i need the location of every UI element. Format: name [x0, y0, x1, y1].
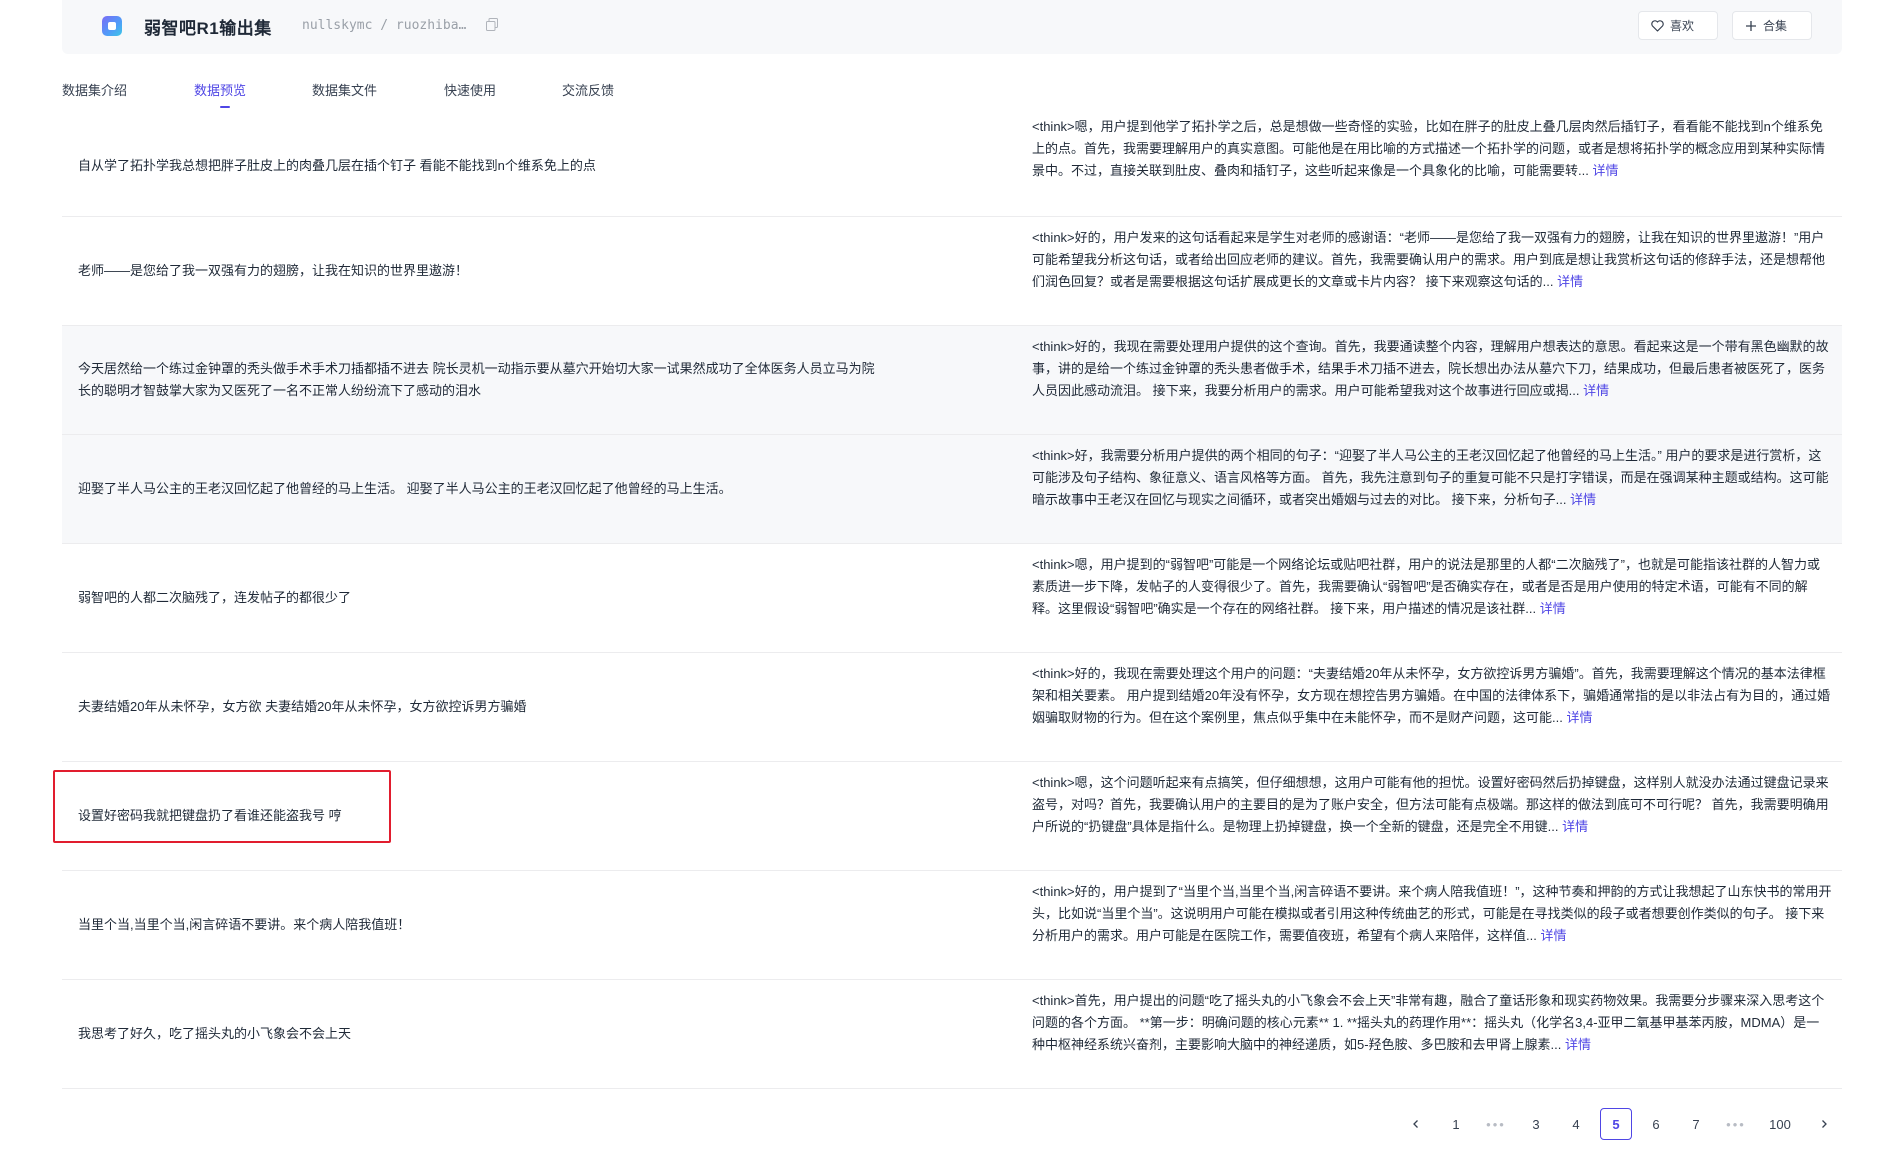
page-button[interactable]: 7 — [1680, 1108, 1712, 1140]
output-cell: <think>首先，用户提出的问题“吃了摇头丸的小飞象会不会上天”非常有趣，融合… — [1032, 993, 1825, 1052]
add-to-collection-button[interactable]: 合集 — [1732, 11, 1812, 40]
table-row[interactable]: 当里个当,当里个当,闲言碎语不要讲。来个病人陪我值班！ <think>好的，用户… — [62, 871, 1842, 980]
detail-link[interactable]: 详情 — [1540, 928, 1566, 943]
current-page-button[interactable]: 5 — [1600, 1108, 1632, 1140]
heart-icon — [1651, 19, 1664, 32]
like-label: 喜欢 — [1670, 19, 1695, 33]
instruction-cell: 设置好密码我就把键盘扔了看谁还能盗我号 哼 — [78, 808, 342, 823]
output-cell: <think>嗯，这个问题听起来有点搞笑，但仔细想想，这用户可能有他的担忧。设置… — [1032, 775, 1829, 834]
page-ellipsis[interactable]: ••• — [1720, 1108, 1752, 1140]
chevron-right-icon — [1822, 1120, 1827, 1128]
table-row[interactable]: 自从学了拓扑学我总想把胖子肚皮上的肉叠几层在插个钉子 看能不能找到n个维系免上的… — [62, 116, 1842, 217]
instruction-cell: 当里个当,当里个当,闲言碎语不要讲。来个病人陪我值班！ — [78, 917, 411, 932]
detail-link[interactable]: 详情 — [1557, 274, 1583, 289]
active-tab-indicator — [220, 106, 230, 108]
plus-icon — [1746, 20, 1756, 31]
output-cell: <think>好的，用户提到了“当里个当,当里个当,闲言碎语不要讲。来个病人陪我… — [1032, 884, 1832, 943]
output-cell: <think>好的，用户发来的这句话看起来是学生对老师的感谢语：“老师——是您给… — [1032, 230, 1826, 289]
dataset-header: 弱智吧R1输出集 nullskymc / ruozhiba… 喜欢 合集 — [62, 0, 1842, 54]
next-page-button[interactable] — [1808, 1108, 1840, 1140]
dataset-path[interactable]: nullskymc / ruozhiba… — [302, 18, 466, 33]
table-row[interactable]: 迎娶了半人马公主的王老汉回忆起了他曾经的马上生活。 迎娶了半人马公主的王老汉回忆… — [62, 435, 1842, 544]
output-cell: <think>嗯，用户提到他学了拓扑学之后，总是想做一些奇怪的实验，比如在胖子的… — [1032, 119, 1826, 178]
detail-link[interactable]: 详情 — [1540, 601, 1566, 616]
tab-preview[interactable]: 数据预览 — [194, 80, 246, 99]
table-row[interactable]: 设置好密码我就把键盘扔了看谁还能盗我号 哼 <think>嗯，这个问题听起来有点… — [53, 762, 1842, 871]
instruction-cell: 夫妻结婚20年从未怀孕，女方欲 夫妻结婚20年从未怀孕，女方欲控诉男方骗婚 — [78, 699, 527, 714]
detail-link[interactable]: 详情 — [1583, 383, 1609, 398]
instruction-cell: 迎娶了半人马公主的王老汉回忆起了他曾经的马上生活。 迎娶了半人马公主的王老汉回忆… — [78, 481, 732, 496]
chevron-left-icon — [1413, 1120, 1418, 1128]
instruction-cell: 弱智吧的人都二次脑残了，连发帖子的都很少了 — [78, 590, 352, 605]
data-preview-table: 自从学了拓扑学我总想把胖子肚皮上的肉叠几层在插个钉子 看能不能找到n个维系免上的… — [53, 116, 1842, 1089]
page-button[interactable]: 3 — [1520, 1108, 1552, 1140]
output-cell: <think>好的，我现在需要处理用户提供的这个查询。首先，我要通读整个内容，理… — [1032, 339, 1829, 398]
table-row[interactable]: 弱智吧的人都二次脑残了，连发帖子的都很少了 <think>嗯，用户提到的“弱智吧… — [62, 544, 1842, 653]
output-cell: <think>好的，我现在需要处理这个用户的问题：“夫妻结婚20年从未怀孕，女方… — [1032, 666, 1831, 725]
detail-link[interactable]: 详情 — [1565, 1037, 1591, 1052]
prev-page-button[interactable] — [1400, 1108, 1432, 1140]
pagination: 1 ••• 3 4 5 6 7 ••• 100 — [1400, 1108, 1840, 1140]
page-ellipsis[interactable]: ••• — [1480, 1108, 1512, 1140]
dataset-title: 弱智吧R1输出集 — [144, 19, 272, 38]
detail-link[interactable]: 详情 — [1566, 710, 1592, 725]
output-cell: <think>嗯，用户提到的“弱智吧”可能是一个网络论坛或贴吧社群，用户的说法是… — [1032, 557, 1820, 616]
instruction-cell: 自从学了拓扑学我总想把胖子肚皮上的肉叠几层在插个钉子 看能不能找到n个维系免上的… — [78, 158, 596, 173]
table-row[interactable]: 今天居然给一个练过金钟罩的秃头做手术手术刀插都插不进去 院长灵机一动指示要从墓穴… — [62, 326, 1842, 435]
detail-link[interactable]: 详情 — [1570, 492, 1596, 507]
tab-files[interactable]: 数据集文件 — [312, 80, 377, 99]
collect-label: 合集 — [1763, 19, 1788, 33]
copy-icon[interactable] — [486, 18, 498, 31]
page-button[interactable]: 6 — [1640, 1108, 1672, 1140]
table-row[interactable]: 老师——是您给了我一双强有力的翅膀，让我在知识的世界里遨游！ <think>好的… — [62, 217, 1842, 326]
page-button[interactable]: 100 — [1760, 1108, 1800, 1140]
instruction-cell: 今天居然给一个练过金钟罩的秃头做手术手术刀插都插不进去 院长灵机一动指示要从墓穴… — [78, 361, 875, 398]
tab-feedback[interactable]: 交流反馈 — [562, 80, 614, 99]
table-row[interactable]: 我思考了好久，吃了摇头丸的小飞象会不会上天 <think>首先，用户提出的问题“… — [62, 980, 1842, 1089]
detail-link[interactable]: 详情 — [1592, 163, 1618, 178]
instruction-cell: 老师——是您给了我一双强有力的翅膀，让我在知识的世界里遨游！ — [78, 263, 469, 278]
like-button[interactable]: 喜欢 — [1638, 11, 1718, 40]
page-button[interactable]: 1 — [1440, 1108, 1472, 1140]
instruction-cell: 我思考了好久，吃了摇头丸的小飞象会不会上天 — [78, 1026, 352, 1041]
page-button[interactable]: 4 — [1560, 1108, 1592, 1140]
dataset-logo-icon — [102, 16, 122, 36]
tab-quickstart[interactable]: 快速使用 — [444, 80, 496, 99]
output-cell: <think>好，我需要分析用户提供的两个相同的句子：“迎娶了半人马公主的王老汉… — [1032, 448, 1829, 507]
table-row[interactable]: 夫妻结婚20年从未怀孕，女方欲 夫妻结婚20年从未怀孕，女方欲控诉男方骗婚 <t… — [62, 653, 1842, 762]
detail-link[interactable]: 详情 — [1562, 819, 1588, 834]
tab-intro[interactable]: 数据集介绍 — [62, 80, 127, 99]
